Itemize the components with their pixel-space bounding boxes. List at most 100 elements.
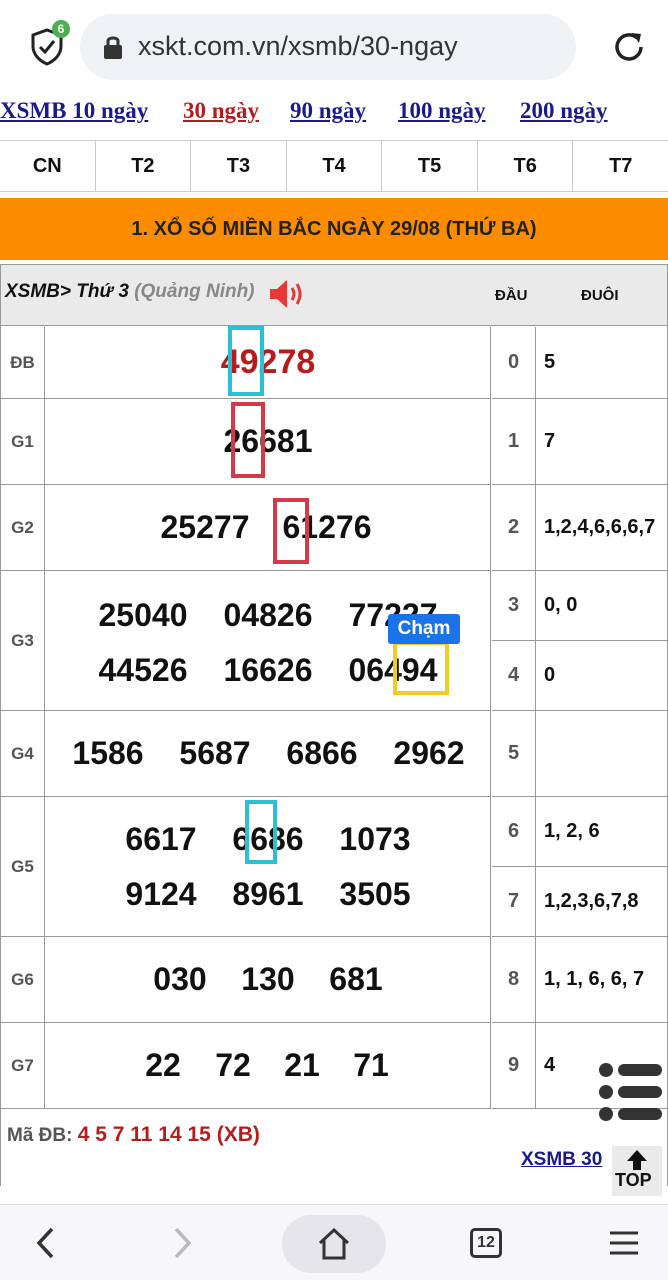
prize-number: 25040 xyxy=(98,597,188,633)
loto-row: 6 1, 2, 6 xyxy=(492,797,667,867)
loto-row: 2 1,2,4,6,6,6,7 xyxy=(492,485,667,571)
prize-number: 44526 xyxy=(98,652,188,688)
prize-number: 6617 xyxy=(125,821,197,857)
prize-number: 681 xyxy=(329,961,383,997)
highlight-box-red xyxy=(231,402,265,478)
back-button[interactable] xyxy=(16,1205,76,1280)
loto-dau: 9 xyxy=(492,1023,536,1108)
day-tab-t5[interactable]: T5 xyxy=(382,141,478,191)
breadcrumb-xsmb[interactable]: XSMB xyxy=(5,281,60,302)
menu-button[interactable] xyxy=(594,1205,654,1280)
prize-row-g2: G2 25277 61276 xyxy=(1,485,491,571)
forward-button[interactable] xyxy=(152,1205,212,1280)
highlight-box-cyan xyxy=(245,800,277,864)
results-table: XSMB> Thứ 3 (Quảng Ninh) ĐẦU ĐUÔI ĐB 4 9 2… xyxy=(0,264,668,1186)
prize-number: 9124 xyxy=(125,876,197,912)
breadcrumb-sep: > xyxy=(59,281,72,302)
prize-number: 21 xyxy=(284,1047,320,1083)
browser-bottom-nav: 12 xyxy=(0,1204,668,1280)
column-dau: ĐẦU xyxy=(495,287,528,304)
prize-number: 71 xyxy=(353,1047,389,1083)
prize-number: 72 xyxy=(215,1047,251,1083)
loto-duoi: 7 xyxy=(544,430,556,452)
tooltip-cham: Chạm xyxy=(388,614,460,644)
range-link-100[interactable]: 100 ngày xyxy=(398,98,486,124)
results-header: 1. XỔ SỐ MIỀN BẮC NGÀY 29/08 (THỨ BA) xyxy=(0,198,668,260)
tabs-button[interactable]: 12 xyxy=(456,1205,516,1280)
loto-dau: 8 xyxy=(492,937,536,1022)
loto-duoi: 1,2,4,6,6,6,7 xyxy=(544,516,656,538)
home-button[interactable] xyxy=(282,1215,386,1273)
lock-icon xyxy=(104,36,122,59)
column-duoi: ĐUÔI xyxy=(581,287,619,304)
prize-label: G5 xyxy=(1,797,45,936)
prize-number: 6866 xyxy=(286,735,358,771)
day-tab-t4[interactable]: T4 xyxy=(287,141,383,191)
xsmb-30-link[interactable]: XSMB 30 xyxy=(521,1149,602,1171)
arrow-up-icon xyxy=(627,1150,647,1170)
prize-label: ĐB xyxy=(1,327,45,398)
loto-duoi xyxy=(544,711,665,796)
day-tab-t6[interactable]: T6 xyxy=(478,141,574,191)
ma-db-label: Mã ĐB: xyxy=(7,1125,73,1146)
menu-list-icon[interactable] xyxy=(594,1060,666,1124)
back-to-top-button[interactable]: TOP xyxy=(612,1146,662,1196)
prize-label: G3 xyxy=(1,571,45,710)
loto-row: 3 0, 0 xyxy=(492,571,667,641)
prize-number: 25277 xyxy=(160,509,250,545)
loto-row: 8 1, 1, 6, 6, 7 xyxy=(492,937,667,1023)
range-link-30[interactable]: 30 ngày xyxy=(183,98,259,124)
ma-db: Mã ĐB: 4 5 7 11 14 15 (XB) xyxy=(7,1123,260,1147)
prize-row-g4: G4 1586 5687 6866 2962 xyxy=(1,711,491,797)
loto-row: 5 xyxy=(492,711,667,797)
prize-label: G2 xyxy=(1,485,45,570)
loto-duoi: 0 xyxy=(544,664,556,686)
loto-dau: 4 xyxy=(492,641,536,710)
range-link-200[interactable]: 200 ngày xyxy=(520,98,608,124)
prize-number: 04826 xyxy=(223,597,313,633)
prize-number: 1586 xyxy=(72,735,144,771)
breadcrumb-province: (Quảng Ninh) xyxy=(134,281,255,302)
range-link-10[interactable]: XSMB 10 ngày xyxy=(0,98,148,124)
loto-dau: 0 xyxy=(492,327,536,398)
loto-dau: 7 xyxy=(492,867,536,936)
prize-row-g6: G6 030 130 681 xyxy=(1,937,491,1023)
table-subheader: XSMB> Thứ 3 (Quảng Ninh) ĐẦU ĐUÔI xyxy=(1,265,667,326)
prize-number: 1073 xyxy=(339,821,411,857)
loto-row: 0 5 xyxy=(492,327,667,399)
day-tab-t3[interactable]: T3 xyxy=(191,141,287,191)
day-tab-t2[interactable]: T2 xyxy=(96,141,192,191)
back-arrow-icon xyxy=(36,1227,54,1259)
prize-row-g7: G7 22 72 21 71 xyxy=(1,1023,491,1109)
prize-label: G6 xyxy=(1,937,45,1022)
prize-label: G7 xyxy=(1,1023,45,1108)
prize-number: 130 xyxy=(241,961,295,997)
reload-icon[interactable] xyxy=(610,28,648,66)
browser-toolbar: 6 xskt.com.vn/xsmb/30-ngay xyxy=(0,0,668,94)
day-tabs: CN T2 T3 T4 T5 T6 T7 xyxy=(0,140,668,192)
range-link-90[interactable]: 90 ngày xyxy=(290,98,366,124)
speaker-icon[interactable] xyxy=(267,277,307,311)
address-bar[interactable]: xskt.com.vn/xsmb/30-ngay xyxy=(80,14,576,80)
loto-dau: 3 xyxy=(492,571,536,640)
tabs-count: 12 xyxy=(470,1228,502,1258)
loto-dau: 1 xyxy=(492,399,536,484)
home-icon xyxy=(318,1227,350,1260)
day-tab-t7[interactable]: T7 xyxy=(573,141,668,191)
highlight-box-cyan xyxy=(228,326,264,396)
ma-db-value: 4 5 7 11 14 15 (XB) xyxy=(77,1123,260,1146)
range-links: XSMB 10 ngày 30 ngày 90 ngày 100 ngày 20… xyxy=(0,98,668,134)
loto-dau: 5 xyxy=(492,711,536,796)
prize-number: 2962 xyxy=(393,735,465,771)
highlight-box-yellow xyxy=(393,641,449,695)
breadcrumb: XSMB> Thứ 3 (Quảng Ninh) xyxy=(5,281,255,303)
prize-number: 22 xyxy=(145,1047,181,1083)
day-tab-cn[interactable]: CN xyxy=(0,141,96,191)
prize-number: 8961 xyxy=(232,876,304,912)
breadcrumb-day: Thứ 3 xyxy=(76,281,129,302)
prize-number: 030 xyxy=(153,961,207,997)
prize-number: 3505 xyxy=(339,876,411,912)
loto-dau: 2 xyxy=(492,485,536,570)
loto-duoi: 1, 1, 6, 6, 7 xyxy=(544,968,645,990)
loto-duoi: 1, 2, 6 xyxy=(544,820,600,842)
